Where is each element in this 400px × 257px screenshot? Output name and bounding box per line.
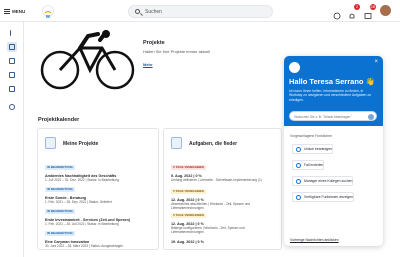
rail-item-home[interactable]	[7, 42, 17, 52]
list-item[interactable]: 19. Aug. 2022 | 0 %	[171, 239, 276, 244]
previous-messages-link[interactable]: Vorherige Nachrichten anklicken	[290, 238, 339, 242]
search-icon	[135, 9, 140, 14]
my-projects-title: Meine Projekte	[63, 141, 99, 147]
hamburger-icon	[4, 8, 10, 14]
chart-icon	[9, 86, 15, 92]
suggestion-button[interactable]: Verfügbare Funktionen anzeigen	[292, 192, 355, 202]
bell-icon	[349, 13, 355, 19]
cyclist-illustration	[40, 30, 135, 90]
due-badge: 5 TAGE VERBLEIBEN	[171, 188, 206, 194]
suggestion-label: Manager eines Kollegen suchen	[304, 179, 353, 183]
projects-title: Projekte	[143, 40, 165, 46]
due-badge: 5 TAGE VERBLEIBEN	[171, 212, 206, 218]
search-placeholder: Suchen	[145, 9, 162, 15]
suggestion-icon	[296, 163, 301, 168]
rail-item-reports[interactable]	[7, 84, 17, 94]
suggestion-icon	[296, 179, 301, 184]
status-badge: IN BEARBEITUNG	[45, 164, 75, 170]
rail-item-links[interactable]	[7, 102, 17, 112]
list-item[interactable]: IN BEARBEITUNG Eine Caryman Innovation 3…	[45, 221, 150, 248]
calendar-icon	[45, 137, 56, 149]
search-input[interactable]: Suchen	[128, 5, 273, 18]
assistant-header: × Hallo Teresa Serrano 👋 Ich kann Ihnen …	[284, 56, 383, 126]
workday-logo-icon: w	[44, 10, 52, 20]
suggestion-button[interactable]: Urlaub beantragen	[292, 144, 334, 154]
tasks-card: Aufgaben, die fieder 5 TAGE VERBLEIBEN 5…	[163, 128, 282, 250]
link-icon	[9, 104, 15, 110]
assistant-panel: × Hallo Teresa Serrano 👋 Ich kann Ihnen …	[284, 56, 383, 246]
my-projects-card: Meine Projekte IN BEARBEITUNG Ambientes …	[37, 128, 159, 250]
chat-icon[interactable]	[333, 7, 341, 20]
menu-label: MENU	[12, 8, 26, 14]
due-badge: 5 TAGE VERBLEIBEN	[171, 164, 206, 170]
close-icon[interactable]: ×	[374, 59, 378, 65]
workday-logo-icon	[289, 62, 300, 73]
assistant-intro: Ich kann Ihnen helfen, Informationen zu …	[289, 89, 371, 102]
left-rail	[0, 22, 24, 257]
suggestion-label: Verfügbare Funktionen anzeigen	[304, 195, 354, 199]
checklist-icon	[171, 137, 182, 149]
suggested-label: Vorgeschlagene Funktionen	[290, 134, 333, 138]
menu-button[interactable]: MENU	[4, 6, 25, 16]
rail-item-documents[interactable]	[7, 56, 17, 66]
suggestion-icon	[296, 195, 301, 200]
list-item[interactable]: 5 TAGE VERBLEIBEN 5. Aug. 2022 | 0 % Umf…	[171, 155, 276, 182]
assistant-input[interactable]: Versuchen Sie z. B. "Urlaub beantragen"	[289, 111, 377, 121]
projects-subtitle: Halten Sie Ihre Projekte immer aktuell	[143, 49, 211, 54]
list-item[interactable]: 5 TAGE VERBLEIBEN 12. Aug. 2022 | 0 % Bi…	[171, 203, 276, 234]
rail-item-calendar[interactable]	[7, 70, 17, 80]
send-icon[interactable]	[368, 113, 374, 120]
notifications-button[interactable]: 2	[348, 4, 360, 19]
suggestion-label: Urlaub beantragen	[304, 147, 333, 151]
suggestion-button[interactable]: Fall erstellen	[292, 160, 325, 170]
projects-more-link[interactable]: Mehr	[143, 62, 153, 67]
collapse-rail-button[interactable]	[7, 28, 17, 38]
suggestion-button[interactable]: Manager eines Kollegen suchen	[292, 176, 354, 186]
document-icon	[9, 58, 15, 64]
user-avatar[interactable]	[380, 5, 391, 16]
assistant-input-placeholder: Versuchen Sie z. B. "Urlaub beantragen"	[294, 114, 352, 119]
status-badge: IN BEARBEITUNG	[45, 208, 75, 214]
top-bar: MENU w Suchen 2 28	[0, 0, 400, 22]
notifications-badge: 2	[354, 4, 360, 10]
suggestion-icon	[296, 147, 301, 152]
inbox-icon	[364, 13, 372, 19]
suggestion-label: Fall erstellen	[304, 163, 324, 167]
calendar-icon	[9, 72, 15, 78]
section-title: Projektkalender	[38, 117, 80, 123]
assistant-greeting: Hallo Teresa Serrano 👋	[289, 77, 375, 86]
status-badge: IN BEARBEITUNG	[45, 186, 75, 192]
status-badge: IN BEARBEITUNG	[45, 230, 75, 236]
tasks-title: Aufgaben, die fieder	[189, 141, 238, 147]
grid-icon	[9, 44, 15, 50]
task-date: 19. Aug. 2022 | 0 %	[171, 240, 204, 244]
inbox-button[interactable]: 28	[364, 4, 376, 19]
project-date: 30. Juni 2022 – 28. März 2023 | Status: …	[45, 244, 124, 248]
workday-logo[interactable]: w	[42, 5, 54, 20]
svg-text:w: w	[45, 14, 50, 19]
inbox-badge: 28	[369, 4, 376, 10]
task-description: Bitlange konfigurieren | Workavlo - Zeit…	[171, 226, 245, 234]
